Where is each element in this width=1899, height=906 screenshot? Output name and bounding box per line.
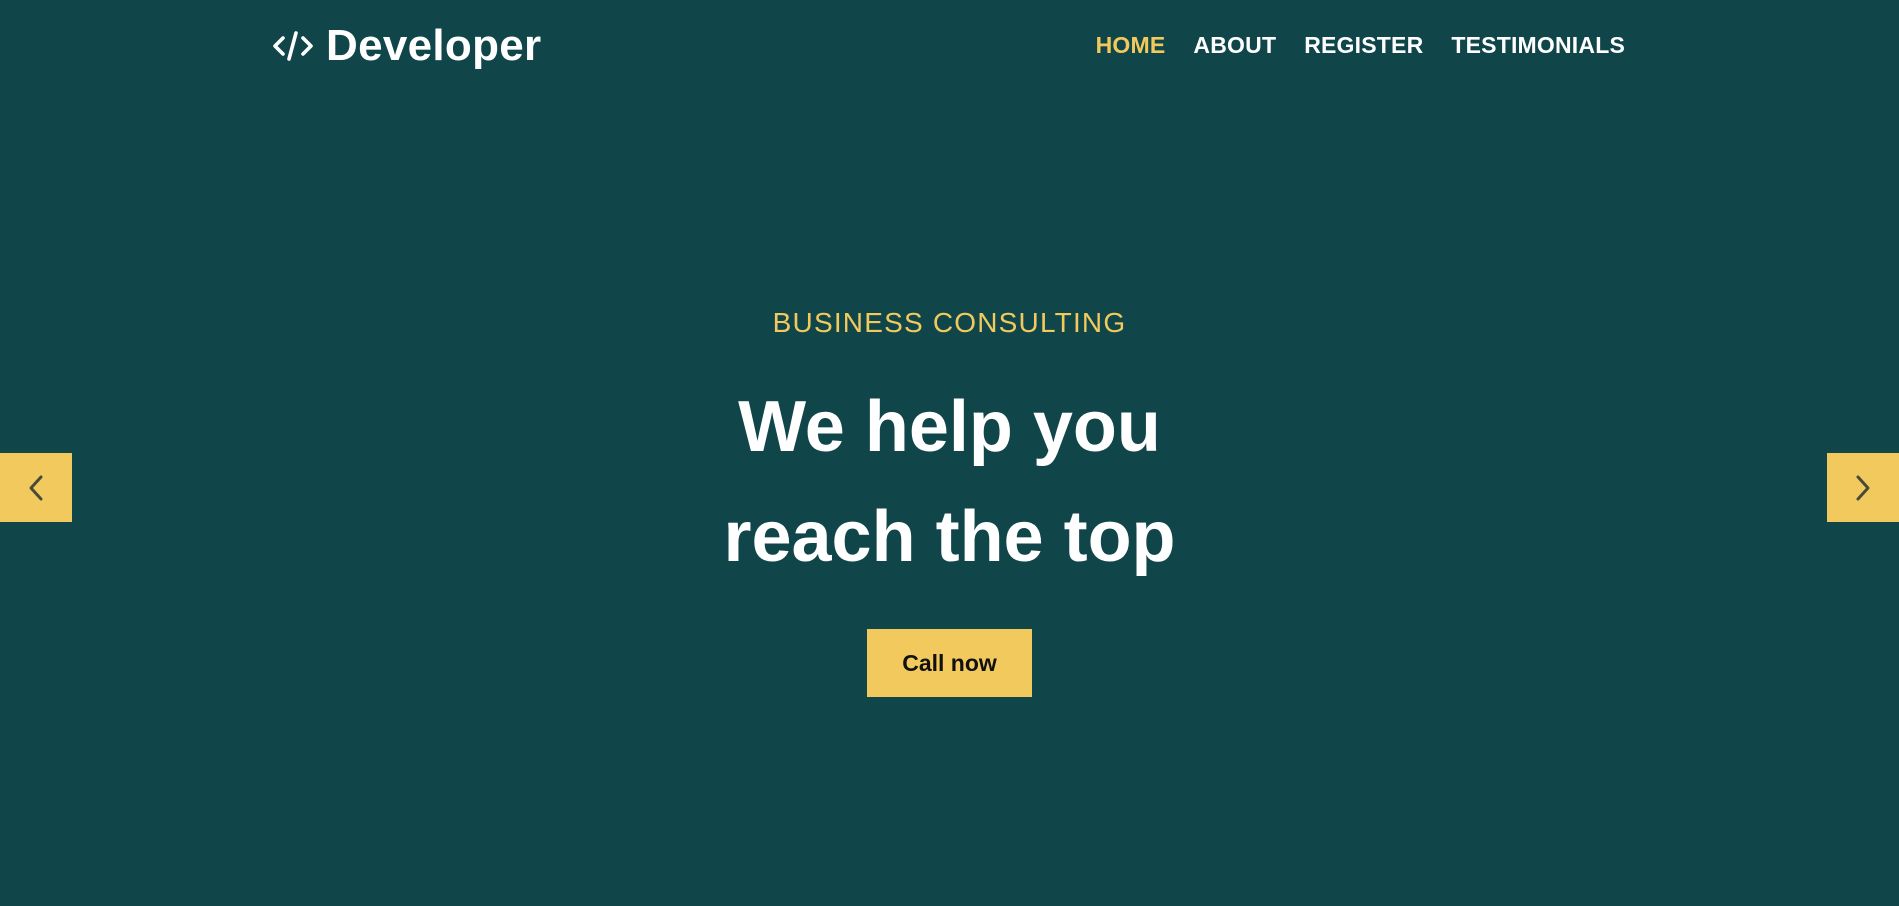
page: BUSINESS CONSULTING We help you reach th… — [0, 0, 1899, 906]
nav-item-home[interactable]: HOME — [1096, 30, 1166, 60]
hero-headline-line-1: We help you — [738, 387, 1161, 467]
brand-logo-link[interactable]: Developer — [272, 18, 541, 74]
nav-item-testimonials[interactable]: TESTIMONIALS — [1451, 30, 1625, 60]
nav-item-register[interactable]: REGISTER — [1304, 30, 1423, 60]
chevron-left-icon — [29, 475, 43, 500]
chevron-right-icon — [1856, 475, 1870, 500]
hero-headline-line-2: reach the top — [723, 497, 1176, 577]
slider-next-button[interactable] — [1827, 453, 1899, 522]
code-icon — [272, 29, 314, 63]
main-nav: HOME ABOUT REGISTER TESTIMONIALS — [1068, 30, 1625, 60]
slider-prev-button[interactable] — [0, 453, 72, 522]
brand-name: Developer — [326, 21, 542, 70]
nav-item-about[interactable]: ABOUT — [1193, 30, 1276, 60]
hero-eyebrow: BUSINESS CONSULTING — [772, 307, 1127, 338]
call-now-button[interactable]: Call now — [867, 629, 1032, 697]
hero-section: BUSINESS CONSULTING We help you reach th… — [0, 0, 1899, 906]
hero-headline: We help you reach the top — [0, 372, 1899, 592]
navbar: Developer HOME ABOUT REGISTER TESTIMONIA… — [0, 0, 1899, 92]
